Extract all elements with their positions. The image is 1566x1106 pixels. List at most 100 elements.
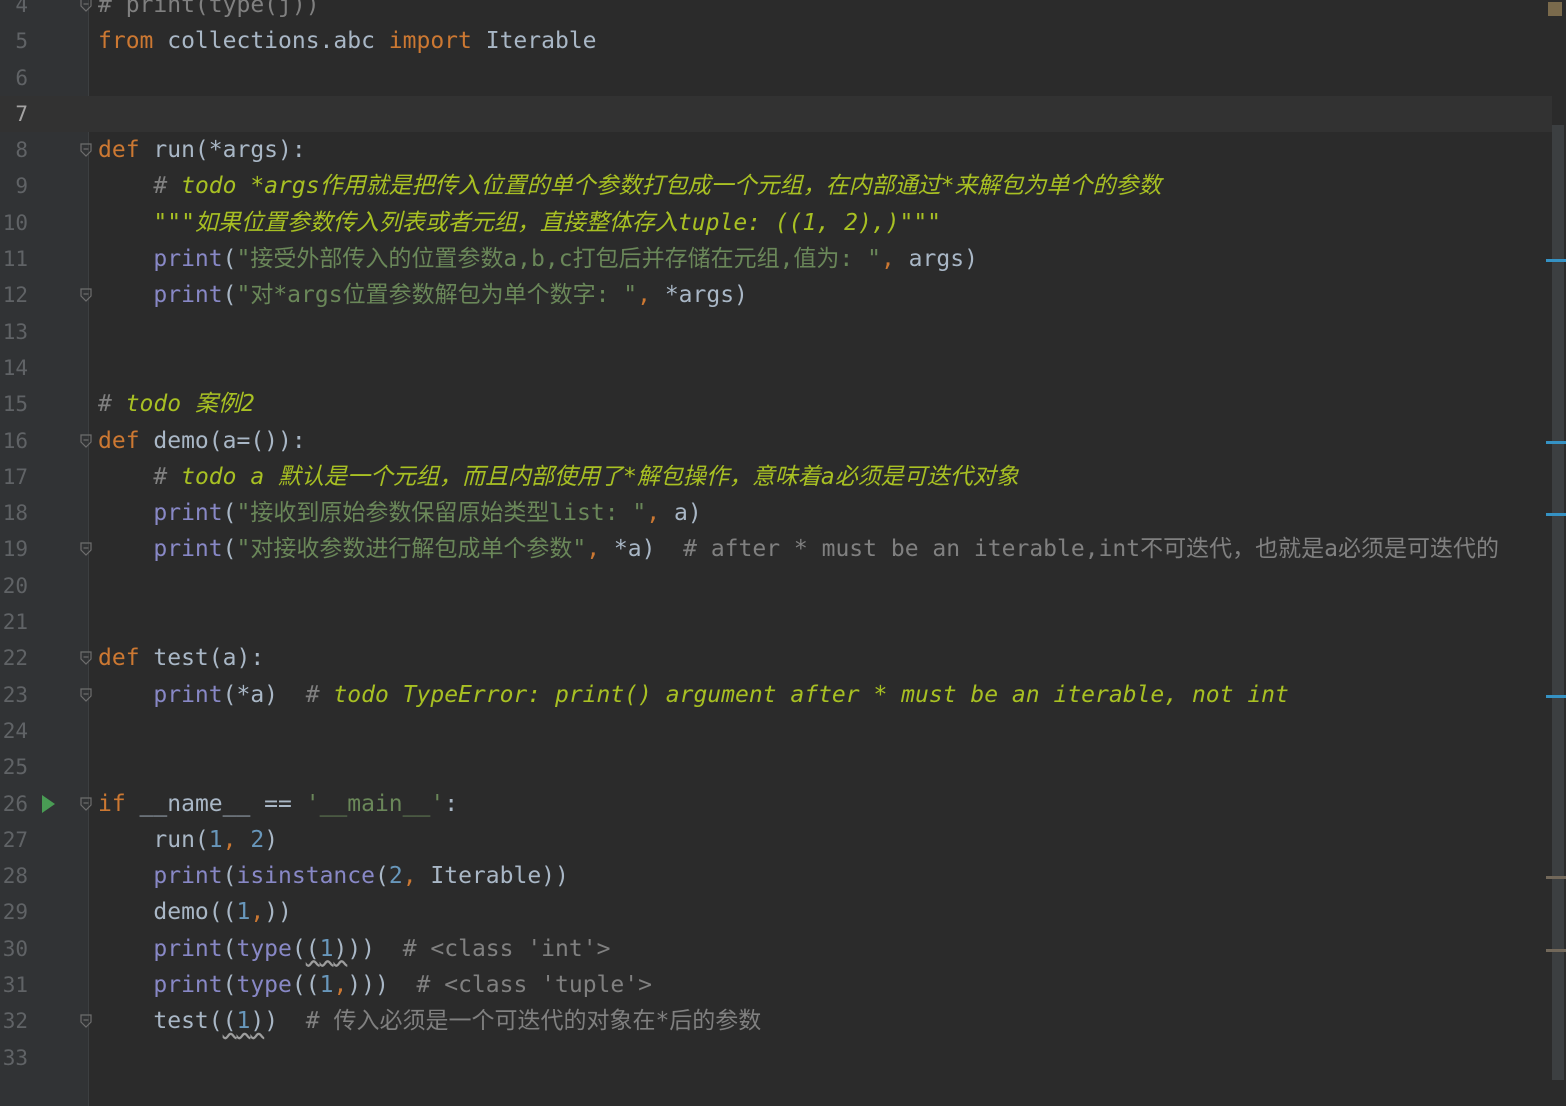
- code-line-5[interactable]: 5 from collections.abc import Iterable: [0, 23, 1552, 59]
- line-number[interactable]: 8: [0, 132, 28, 168]
- code-editor[interactable]: 4 # print(type(j)) 5 from collections.abc i…: [0, 0, 1552, 1076]
- code-line-28[interactable]: 28 print(isinstance(2, Iterable)): [0, 858, 1552, 894]
- line-number[interactable]: 15: [0, 386, 28, 422]
- code-line-32[interactable]: 32 test((1)) # 传入必须是一个可迭代的对象在*后的参数: [0, 1003, 1552, 1039]
- line-number[interactable]: 33: [0, 1040, 28, 1076]
- line-number[interactable]: 28: [0, 858, 28, 894]
- code-line-8[interactable]: 8 def run(*args):: [0, 132, 1552, 168]
- fold-marker-icon[interactable]: [79, 0, 93, 12]
- inspection-status-icon[interactable]: [1548, 2, 1562, 16]
- code-line-21[interactable]: 21: [0, 604, 1552, 640]
- scrollbar-marker[interactable]: [1546, 259, 1566, 263]
- code-line-20[interactable]: 20: [0, 568, 1552, 604]
- line-number[interactable]: 27: [0, 822, 28, 858]
- code-text[interactable]: print("接收到原始参数保留原始类型list: ", a): [98, 495, 701, 531]
- code-text[interactable]: print(*a) # todo TypeError: print() argu…: [98, 677, 1289, 713]
- code-text[interactable]: if __name__ == '__main__':: [98, 786, 458, 822]
- line-number[interactable]: 26: [0, 786, 28, 822]
- code-line-19[interactable]: 19 print("对接收参数进行解包成单个参数", *a) # after *…: [0, 531, 1552, 567]
- code-text[interactable]: print("对接收参数进行解包成单个参数", *a) # after * mu…: [98, 531, 1499, 567]
- scrollbar-marker[interactable]: [1546, 440, 1566, 444]
- scrollbar-marker[interactable]: [1546, 876, 1566, 880]
- code-line-18[interactable]: 18 print("接收到原始参数保留原始类型list: ", a): [0, 495, 1552, 531]
- code-line-30[interactable]: 30 print(type((1))) # <class 'int'>: [0, 931, 1552, 967]
- line-number[interactable]: 11: [0, 241, 28, 277]
- line-number[interactable]: 16: [0, 423, 28, 459]
- line-number[interactable]: 22: [0, 640, 28, 676]
- code-line-7[interactable]: 7: [0, 95, 1552, 133]
- fold-marker-icon[interactable]: [79, 288, 93, 303]
- code-line-15[interactable]: 15 # todo 案例2: [0, 386, 1552, 422]
- code-text[interactable]: from collections.abc import Iterable: [98, 23, 597, 59]
- line-number[interactable]: 31: [0, 967, 28, 1003]
- code-line-27[interactable]: 27 run(1, 2): [0, 822, 1552, 858]
- line-number[interactable]: 18: [0, 495, 28, 531]
- scrollbar-thumb[interactable]: [1552, 125, 1564, 1080]
- code-text[interactable]: print("对*args位置参数解包为单个数字: ", *args): [98, 277, 748, 313]
- code-line-24[interactable]: 24: [0, 713, 1552, 749]
- fold-marker-icon[interactable]: [79, 433, 93, 448]
- code-line-12[interactable]: 12 print("对*args位置参数解包为单个数字: ", *args): [0, 277, 1552, 313]
- fold-marker-icon[interactable]: [79, 796, 93, 811]
- line-number[interactable]: 20: [0, 568, 28, 604]
- line-number[interactable]: 10: [0, 205, 28, 241]
- code-text[interactable]: demo((1,)): [98, 894, 292, 930]
- code-line-11[interactable]: 11 print("接受外部传入的位置参数a,b,c打包后并存储在元组,值为: …: [0, 241, 1552, 277]
- line-number[interactable]: 5: [0, 23, 28, 59]
- fold-marker-icon[interactable]: [79, 688, 93, 702]
- code-line-22[interactable]: 22 def test(a):: [0, 640, 1552, 676]
- code-text[interactable]: test((1)) # 传入必须是一个可迭代的对象在*后的参数: [98, 1003, 761, 1039]
- line-number[interactable]: 4: [0, 0, 28, 23]
- line-number[interactable]: 19: [0, 531, 28, 567]
- code-text[interactable]: print("接受外部传入的位置参数a,b,c打包后并存储在元组,值为: ", …: [98, 241, 978, 277]
- fold-marker-icon[interactable]: [79, 143, 93, 158]
- line-number[interactable]: 7: [0, 96, 28, 132]
- line-number[interactable]: 12: [0, 277, 28, 313]
- line-number[interactable]: 25: [0, 749, 28, 785]
- scrollbar-marker[interactable]: [1546, 694, 1566, 698]
- code-text[interactable]: print(type((1))) # <class 'int'>: [98, 931, 610, 967]
- code-text[interactable]: # print(type(j)): [98, 0, 320, 23]
- code-text[interactable]: print(type((1,))) # <class 'tuple'>: [98, 967, 652, 1003]
- code-line-14[interactable]: 14: [0, 350, 1552, 386]
- code-line-17[interactable]: 17 # todo a 默认是一个元组，而且内部使用了*解包操作，意味着a必须是…: [0, 459, 1552, 495]
- scrollbar-marker[interactable]: [1546, 513, 1566, 517]
- fold-marker-icon[interactable]: [79, 1014, 93, 1029]
- code-line-29[interactable]: 29 demo((1,)): [0, 894, 1552, 930]
- code-line-9[interactable]: 9 # todo *args作用就是把传入位置的单个参数打包成一个元组，在内部通…: [0, 168, 1552, 204]
- line-number[interactable]: 14: [0, 350, 28, 386]
- code-text[interactable]: run(1, 2): [98, 822, 278, 858]
- code-line-4[interactable]: 4 # print(type(j)): [0, 0, 1552, 23]
- code-line-10[interactable]: 10 """如果位置参数传入列表或者元组，直接整体存入tuple: ((1, 2…: [0, 205, 1552, 241]
- line-number[interactable]: 13: [0, 314, 28, 350]
- code-text[interactable]: def test(a):: [98, 640, 264, 676]
- code-text[interactable]: """如果位置参数传入列表或者元组，直接整体存入tuple: ((1, 2),)…: [98, 205, 941, 241]
- code-line-23[interactable]: 23 print(*a) # todo TypeError: print() a…: [0, 677, 1552, 713]
- line-number[interactable]: 6: [0, 60, 28, 96]
- code-text[interactable]: # todo a 默认是一个元组，而且内部使用了*解包操作，意味着a必须是可迭代…: [98, 459, 1018, 495]
- vertical-scrollbar[interactable]: [1546, 0, 1566, 1106]
- run-icon[interactable]: [42, 794, 55, 813]
- fold-marker-icon[interactable]: [79, 651, 93, 666]
- code-text[interactable]: print(isinstance(2, Iterable)): [98, 858, 569, 894]
- code-text[interactable]: def run(*args):: [98, 132, 306, 168]
- code-line-25[interactable]: 25: [0, 749, 1552, 785]
- line-number[interactable]: 24: [0, 713, 28, 749]
- line-number[interactable]: 29: [0, 894, 28, 930]
- scrollbar-marker[interactable]: [1546, 948, 1566, 952]
- code-line-26[interactable]: 26 if __name__ == '__main__':: [0, 786, 1552, 822]
- code-text[interactable]: def demo(a=()):: [98, 423, 306, 459]
- line-number[interactable]: 21: [0, 604, 28, 640]
- code-line-6[interactable]: 6: [0, 60, 1552, 96]
- line-number[interactable]: 17: [0, 459, 28, 495]
- code-line-31[interactable]: 31 print(type((1,))) # <class 'tuple'>: [0, 967, 1552, 1003]
- line-number[interactable]: 9: [0, 168, 28, 204]
- code-line-13[interactable]: 13: [0, 314, 1552, 350]
- fold-marker-icon[interactable]: [79, 542, 93, 557]
- code-text[interactable]: # todo *args作用就是把传入位置的单个参数打包成一个元组，在内部通过*…: [98, 168, 1161, 204]
- code-text[interactable]: # todo 案例2: [98, 386, 255, 422]
- line-number[interactable]: 32: [0, 1003, 28, 1039]
- code-line-33[interactable]: 33: [0, 1040, 1552, 1076]
- code-line-16[interactable]: 16 def demo(a=()):: [0, 423, 1552, 459]
- line-number[interactable]: 30: [0, 931, 28, 967]
